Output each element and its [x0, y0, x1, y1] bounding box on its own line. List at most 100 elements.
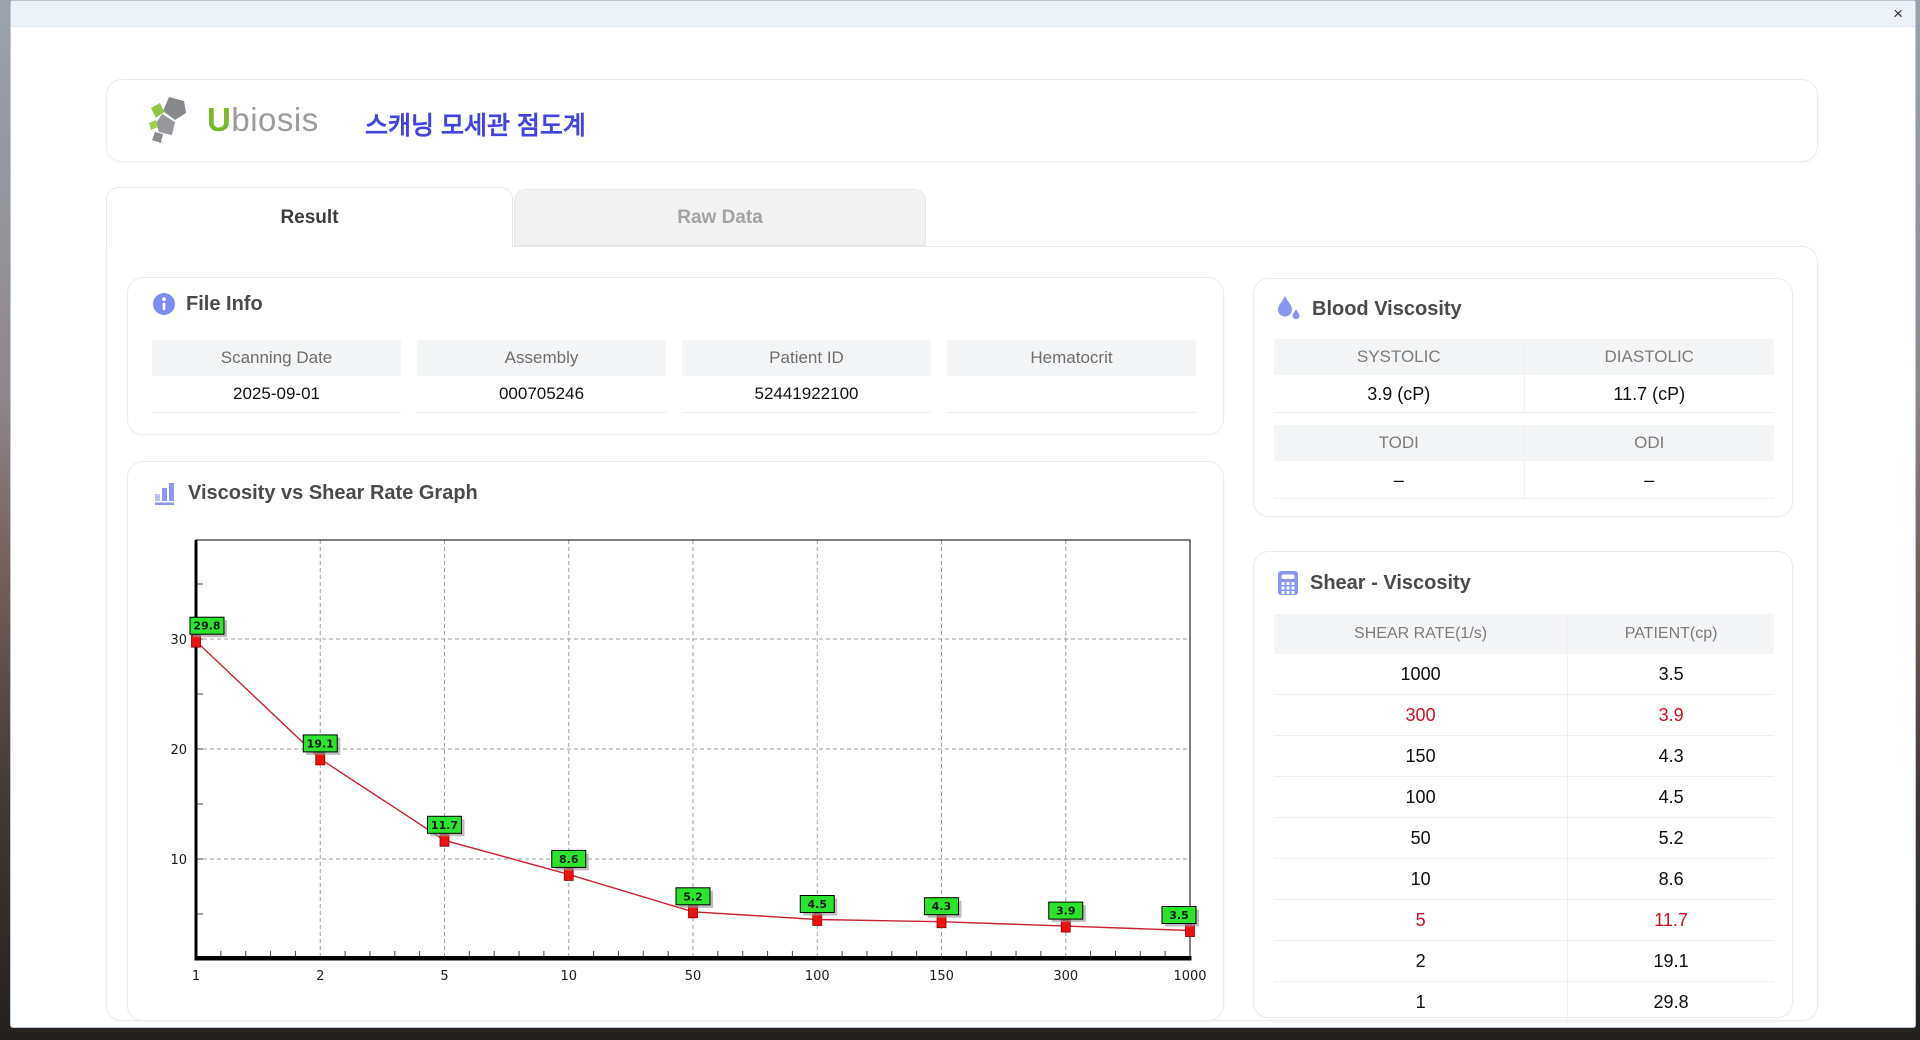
- info-icon: [153, 293, 175, 315]
- table-cell: 11.7: [1567, 899, 1774, 941]
- svg-text:2: 2: [316, 969, 324, 984]
- droplet-icon: [1278, 296, 1300, 320]
- field-patient-id: Patient ID 52441922100: [682, 340, 931, 413]
- svg-text:3.9: 3.9: [1056, 905, 1076, 918]
- graph-title: Viscosity vs Shear Rate Graph: [188, 481, 478, 504]
- odi-value: –: [1523, 461, 1774, 499]
- field-value: 52441922100: [682, 376, 931, 413]
- svg-text:5: 5: [440, 969, 448, 984]
- close-icon[interactable]: ×: [1893, 2, 1903, 26]
- table-cell: 5: [1274, 899, 1568, 941]
- file-info-title: File Info: [186, 292, 263, 315]
- diastolic-label: DIASTOLIC: [1523, 339, 1774, 375]
- svg-text:150: 150: [929, 969, 954, 984]
- svg-text:29.8: 29.8: [193, 620, 220, 633]
- table-cell: 19.1: [1567, 940, 1774, 982]
- field-label: Hematocrit: [947, 340, 1196, 376]
- brand-u: U: [207, 101, 232, 138]
- svg-text:100: 100: [805, 969, 830, 984]
- brand-rest: biosis: [231, 101, 319, 138]
- shear-table-body: 1000 3.5 300 3.9 150 4.3 100 4.5 50 5.2 10 8.6 5 11.7…: [1274, 654, 1774, 1023]
- table-cell: 2: [1274, 940, 1568, 982]
- table-cell: 8.6: [1567, 858, 1774, 900]
- field-label: Assembly: [417, 340, 666, 376]
- blood-viscosity-grid: SYSTOLIC DIASTOLIC 3.9 (cP) 11.7 (cP) TO…: [1274, 339, 1774, 499]
- window-titlebar: ×: [11, 1, 1915, 27]
- table-row: 100 4.5: [1274, 776, 1774, 818]
- file-info-card: File Info Scanning Date 2025-09-01 Assem…: [127, 277, 1224, 435]
- table-row: 2 19.1: [1274, 940, 1774, 982]
- svg-text:10: 10: [170, 853, 187, 868]
- calculator-icon: [1278, 571, 1298, 595]
- svg-text:3.5: 3.5: [1169, 909, 1189, 922]
- shear-viscosity-header: Shear - Viscosity: [1276, 570, 1471, 596]
- svg-text:1000: 1000: [1173, 969, 1206, 984]
- table-cell: 100: [1274, 776, 1568, 818]
- svg-text:20: 20: [170, 743, 187, 758]
- viscosity-chart: 1 2 5 10 50 100 150 300 1000 10 20 30 29.8 19.1 11.7 8.…: [170, 539, 1207, 984]
- blood-viscosity-card: Blood Viscosity SYSTOLIC DIASTOLIC 3.9 (…: [1253, 278, 1793, 517]
- svg-text:5.2: 5.2: [683, 890, 703, 903]
- todi-label: TODI: [1274, 425, 1524, 461]
- col-shear-rate: SHEAR RATE(1/s): [1274, 614, 1568, 654]
- table-cell: 10: [1274, 858, 1568, 900]
- field-value: 2025-09-01: [152, 376, 401, 413]
- table-cell: 3.9: [1567, 694, 1774, 736]
- ubiosis-logo-mark: [149, 97, 186, 143]
- page-title: 스캐닝 모세관 점도계: [365, 112, 586, 140]
- graph-header: Viscosity vs Shear Rate Graph: [152, 480, 478, 506]
- odi-label: ODI: [1523, 425, 1774, 461]
- shear-viscosity-card: Shear - Viscosity SHEAR RATE(1/s) PATIEN…: [1253, 551, 1793, 1023]
- svg-text:11.7: 11.7: [431, 819, 458, 832]
- field-label: Scanning Date: [152, 340, 401, 376]
- field-scanning-date: Scanning Date 2025-09-01: [152, 340, 401, 413]
- tab-raw-data-label: Raw Data: [677, 206, 763, 228]
- field-label: Patient ID: [682, 340, 931, 376]
- header-card: Ubiosis 스캐닝 모세관 점도계: [106, 79, 1818, 162]
- table-row: 50 5.2: [1274, 817, 1774, 859]
- field-hematocrit: Hematocrit: [947, 340, 1196, 413]
- svg-text:4.5: 4.5: [808, 898, 828, 911]
- svg-text:10: 10: [560, 969, 577, 984]
- svg-text:8.6: 8.6: [559, 853, 579, 866]
- table-row: 10 8.6: [1274, 858, 1774, 900]
- table-cell: 5.2: [1567, 817, 1774, 859]
- field-value: [947, 376, 1196, 413]
- field-value: 000705246: [417, 376, 666, 413]
- svg-text:4.3: 4.3: [932, 900, 952, 913]
- todi-value: –: [1274, 461, 1524, 499]
- svg-text:300: 300: [1053, 969, 1078, 984]
- table-row: 300 3.9: [1274, 694, 1774, 736]
- svg-text:50: 50: [685, 969, 702, 984]
- shear-viscosity-table: SHEAR RATE(1/s) PATIENT(cp) 1000 3.5 300 3.…: [1274, 614, 1774, 1023]
- ubiosis-logo: Ubiosis: [149, 96, 319, 144]
- result-panel: File Info Scanning Date 2025-09-01 Assem…: [106, 246, 1818, 1023]
- col-patient: PATIENT(cp): [1567, 614, 1774, 654]
- svg-text:19.1: 19.1: [307, 737, 334, 750]
- shear-viscosity-title: Shear - Viscosity: [1310, 571, 1471, 594]
- table-cell: 50: [1274, 817, 1568, 859]
- table-cell: 1000: [1274, 654, 1568, 695]
- blood-viscosity-header: Blood Viscosity: [1276, 295, 1462, 323]
- svg-text:1: 1: [192, 969, 200, 984]
- table-cell: 3.5: [1567, 654, 1774, 695]
- table-cell: 1: [1274, 981, 1568, 1023]
- brand-text: Ubiosis: [207, 101, 319, 139]
- tab-result[interactable]: Result: [106, 187, 513, 247]
- table-row: 1000 3.5: [1274, 654, 1774, 695]
- table-cell: 150: [1274, 735, 1568, 777]
- tab-result-label: Result: [280, 206, 339, 228]
- file-info-header: File Info: [152, 292, 263, 316]
- table-row: 150 4.3: [1274, 735, 1774, 777]
- field-assembly: Assembly 000705246: [417, 340, 666, 413]
- tab-raw-data[interactable]: Raw Data: [514, 189, 926, 246]
- table-cell: 4.5: [1567, 776, 1774, 818]
- blood-viscosity-title: Blood Viscosity: [1312, 297, 1462, 320]
- table-row: 1 29.8: [1274, 981, 1774, 1023]
- table-cell: 29.8: [1567, 981, 1774, 1023]
- diastolic-value: 11.7 (cP): [1523, 375, 1774, 413]
- table-cell: 300: [1274, 694, 1568, 736]
- app-window: × Ubiosis 스캐닝 모세관 점도계 Result Raw Data Fi…: [10, 0, 1916, 1028]
- systolic-value: 3.9 (cP): [1274, 375, 1524, 413]
- table-cell: 4.3: [1567, 735, 1774, 777]
